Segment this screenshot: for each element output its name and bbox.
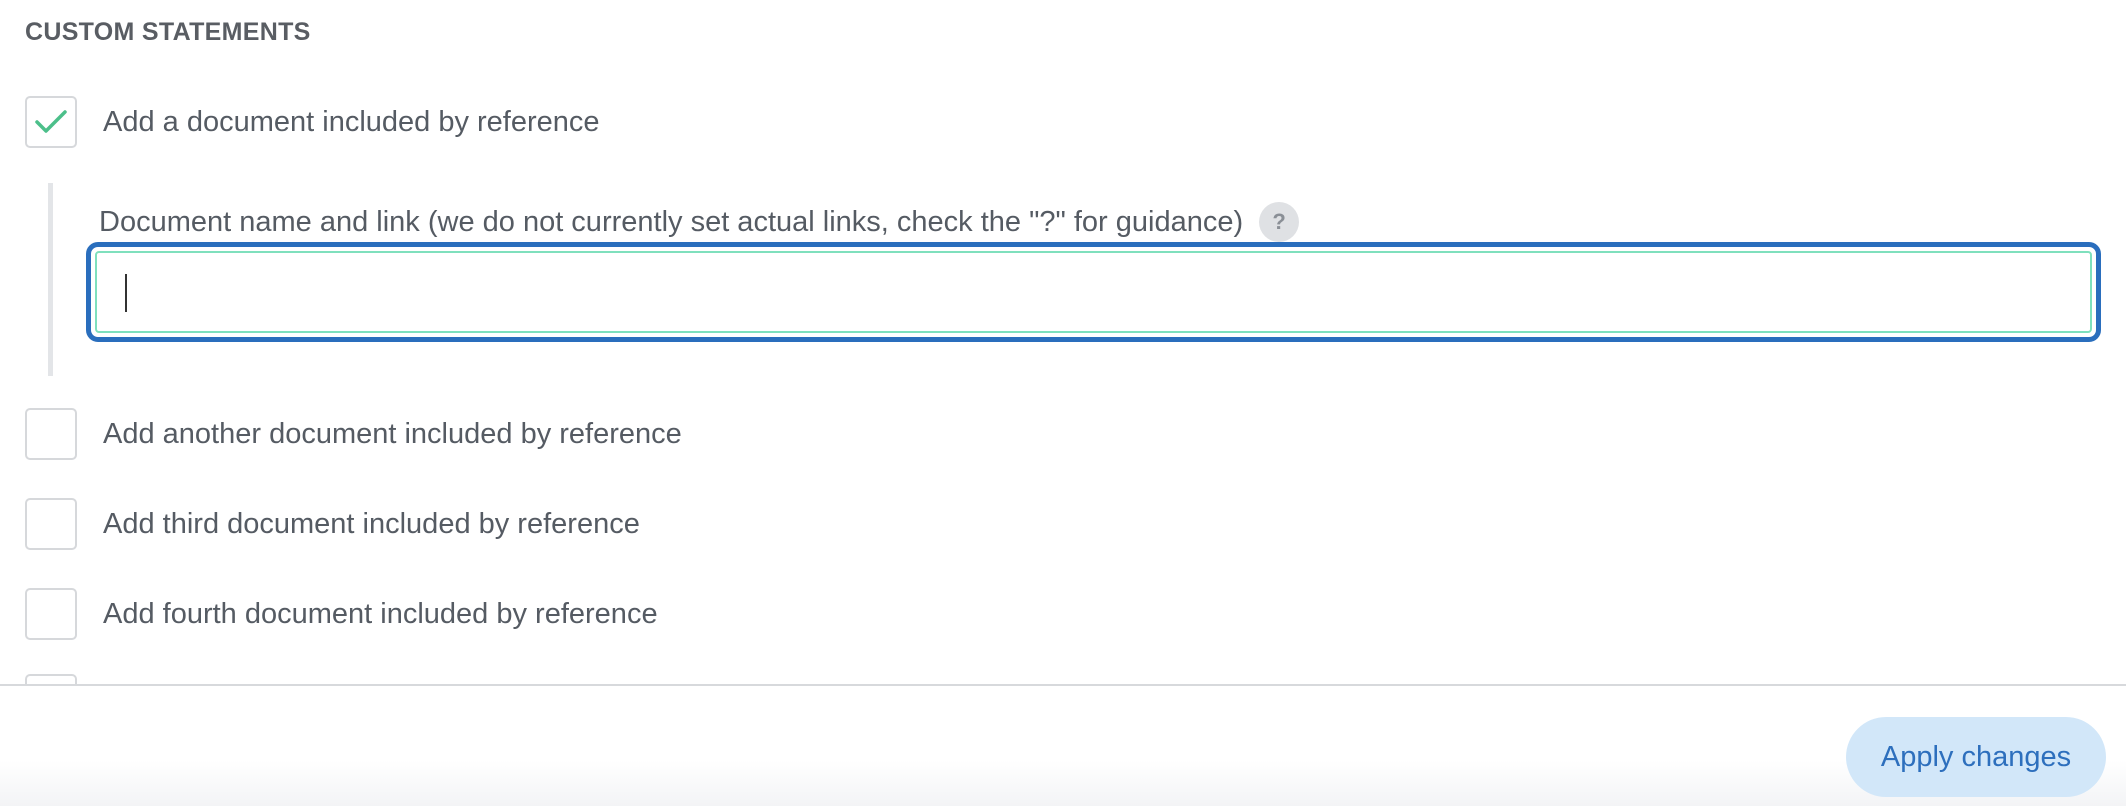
document-name-input-focus-ring bbox=[86, 242, 2101, 342]
checkbox-document-3[interactable] bbox=[25, 498, 77, 550]
document-name-label-text: Document name and link (we do not curren… bbox=[99, 205, 1244, 238]
text-caret bbox=[125, 274, 127, 312]
checkbox-label-document-2: Add another document included by referen… bbox=[103, 417, 682, 450]
nested-field-divider bbox=[48, 183, 53, 376]
checkbox-row-document-2[interactable]: Add another document included by referen… bbox=[25, 406, 682, 462]
section-title: CUSTOM STATEMENTS bbox=[25, 18, 311, 46]
checkmark-icon bbox=[35, 110, 67, 133]
checkbox-row-document-4[interactable]: Add fourth document included by referenc… bbox=[25, 586, 658, 642]
footer-bar bbox=[0, 684, 2126, 806]
document-name-input[interactable] bbox=[95, 251, 2092, 333]
checkbox-document-2[interactable] bbox=[25, 408, 77, 460]
checkbox-row-document-3[interactable]: Add third document included by reference bbox=[25, 496, 640, 552]
checkbox-label-document-1: Add a document included by reference bbox=[103, 105, 600, 138]
checkbox-document-4[interactable] bbox=[25, 588, 77, 640]
help-icon[interactable]: ? bbox=[1259, 202, 1300, 242]
checkbox-document-1[interactable] bbox=[25, 96, 77, 148]
checkbox-row-document-1[interactable]: Add a document included by reference bbox=[25, 94, 600, 150]
apply-changes-button[interactable]: Apply changes bbox=[1846, 717, 2106, 797]
checkbox-label-document-4: Add fourth document included by referenc… bbox=[103, 597, 658, 630]
checkbox-label-document-3: Add third document included by reference bbox=[103, 507, 640, 540]
document-name-field-label: Document name and link (we do not curren… bbox=[99, 202, 1300, 242]
